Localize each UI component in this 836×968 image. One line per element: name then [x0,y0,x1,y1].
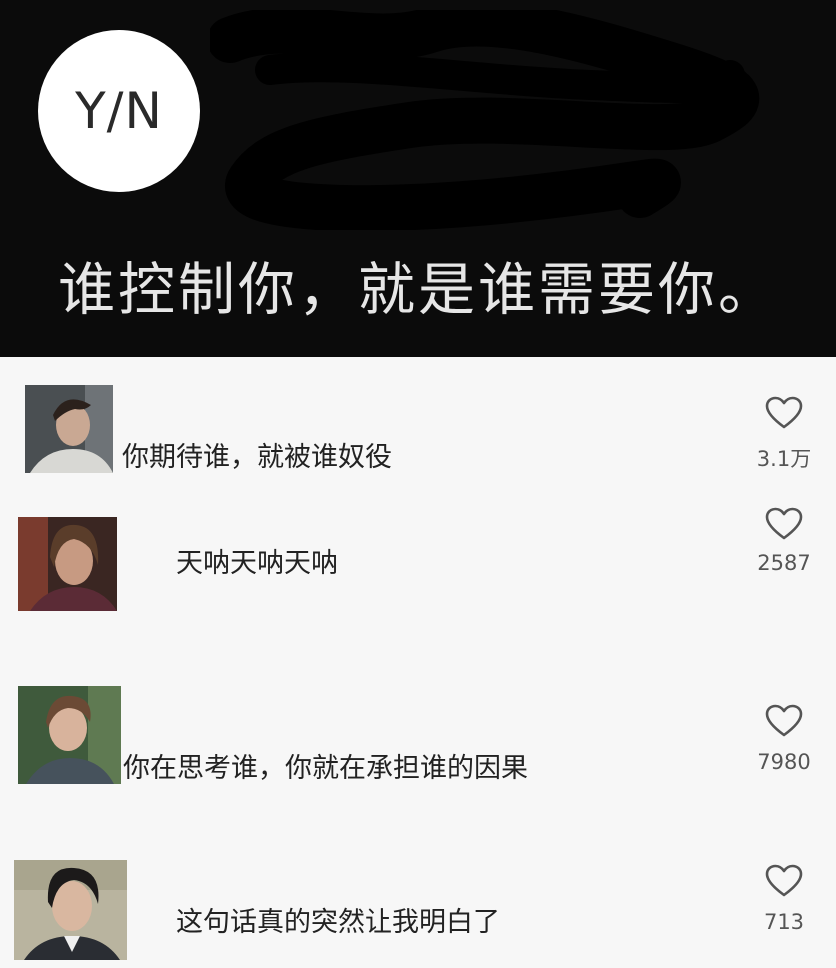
like-count: 7980 [757,750,811,774]
commenter-avatar[interactable] [14,860,127,960]
comment-item: 你在思考谁，你就在承担谁的因果 7980 [0,686,836,796]
comment-text: 这句话真的突然让我明白了 [176,907,500,938]
comment-text: 你在思考谁，你就在承担谁的因果 [123,753,528,784]
comment-item: 天呐天呐天呐 2587 [0,507,836,625]
redaction-scribble [210,10,759,230]
post-quote: 谁控制你，就是谁需要你。 [58,257,778,323]
like-count: 713 [763,910,805,934]
comment-item: 这句话真的突然让我明白了 713 [0,858,836,968]
commenter-avatar[interactable] [18,517,117,611]
heart-outline-icon[interactable] [765,396,803,430]
like-count: 2587 [757,551,811,575]
comment-item: 你期待谁，就被谁奴役 3.1万 [0,383,836,493]
heart-outline-icon[interactable] [765,864,803,898]
profile-avatar[interactable]: Y/N [38,30,200,192]
like-count: 3.1万 [756,447,812,471]
heart-outline-icon[interactable] [765,507,803,541]
heart-outline-icon[interactable] [765,704,803,738]
commenter-avatar[interactable] [25,385,113,473]
comment-text: 你期待谁，就被谁奴役 [122,442,392,473]
avatar-initials: Y/N [75,82,163,140]
commenter-avatar[interactable] [18,686,121,784]
comment-text: 天呐天呐天呐 [176,548,338,579]
post-header: Y/N 谁控制你，就是谁需要你。 [0,0,836,357]
